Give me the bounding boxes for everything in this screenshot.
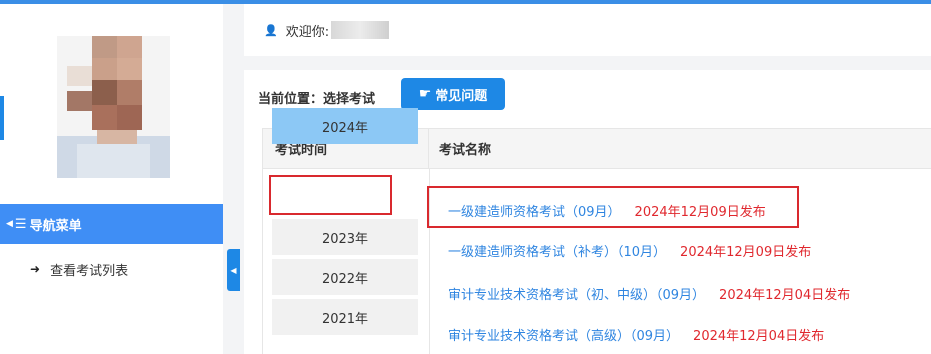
year-button-2021[interactable]: 2021年 xyxy=(272,299,418,335)
avatar xyxy=(57,36,170,178)
year-button-2023[interactable]: 2023年 xyxy=(272,219,418,255)
year-button-2022[interactable]: 2022年 xyxy=(272,259,418,295)
sidebar-collapse-button[interactable]: ◀ xyxy=(227,249,240,291)
caret-left-icon: ◀ xyxy=(230,265,237,275)
exam-published-date: 2024年12月04日发布 xyxy=(693,328,825,344)
exam-published-date: 2024年12月09日发布 xyxy=(680,244,812,260)
sign-in-icon: ➜ xyxy=(30,262,41,276)
avatar-photo xyxy=(57,36,170,178)
exam-published-date: 2024年12月09日发布 xyxy=(634,204,766,220)
user-icon: 👤 xyxy=(264,23,278,37)
welcome-bar: 👤 欢迎你: xyxy=(244,4,931,56)
welcome-greeting: 欢迎你: xyxy=(285,24,330,40)
year-label: 2024年 xyxy=(321,120,369,136)
column-header-exam-name: 考试名称 xyxy=(429,129,931,169)
sidebar-item-label: 查看考试列表 xyxy=(50,263,129,279)
year-label: 2021年 xyxy=(321,311,369,327)
faq-button-label: 常见问题 xyxy=(435,88,488,104)
nav-menu-header-label: 导航菜单 xyxy=(29,218,82,234)
hand-pointer-icon: ☛ xyxy=(418,86,432,102)
menu-icon: ☰ xyxy=(14,216,27,232)
exam-list-item[interactable]: 一级建造师资格考试（09月） 2024年12月09日发布 xyxy=(448,200,766,220)
selected-year-highlight xyxy=(269,175,392,215)
sidebar-edge-tab[interactable] xyxy=(0,96,4,140)
exam-list-item[interactable]: 一级建造师资格考试（补考）（10月） 2024年12月09日发布 xyxy=(448,240,811,260)
faq-button[interactable]: ☛ 常见问题 xyxy=(401,78,505,110)
exam-list-item[interactable]: 审计专业技术资格考试（高级）（09月） 2024年12月04日发布 xyxy=(448,324,824,344)
year-label: 2022年 xyxy=(321,271,369,287)
caret-left-icon: ◀ xyxy=(6,219,13,229)
year-button-2024[interactable]: 2024年 xyxy=(272,108,418,144)
username-redacted xyxy=(331,21,390,39)
year-label: 2023年 xyxy=(321,231,369,247)
exam-list-item[interactable]: 审计专业技术资格考试（初、中级）（09月） 2024年12月04日发布 xyxy=(448,283,850,303)
sidebar-item-exam-list[interactable]: ➜ 查看考试列表 xyxy=(30,258,128,280)
exam-name-link[interactable]: 一级建造师资格考试（09月） xyxy=(448,201,621,220)
breadcrumb: 当前位置：选择考试 xyxy=(258,91,376,107)
exam-name-link[interactable]: 审计专业技术资格考试（初、中级）（09月） xyxy=(448,284,705,303)
exam-name-link[interactable]: 一级建造师资格考试（补考）（10月） xyxy=(448,241,666,260)
nav-menu-header[interactable]: ◀ ☰ 导航菜单 xyxy=(0,204,223,244)
exam-published-date: 2024年12月04日发布 xyxy=(719,287,851,303)
exam-name-link[interactable]: 审计专业技术资格考试（高级）（09月） xyxy=(448,325,679,344)
